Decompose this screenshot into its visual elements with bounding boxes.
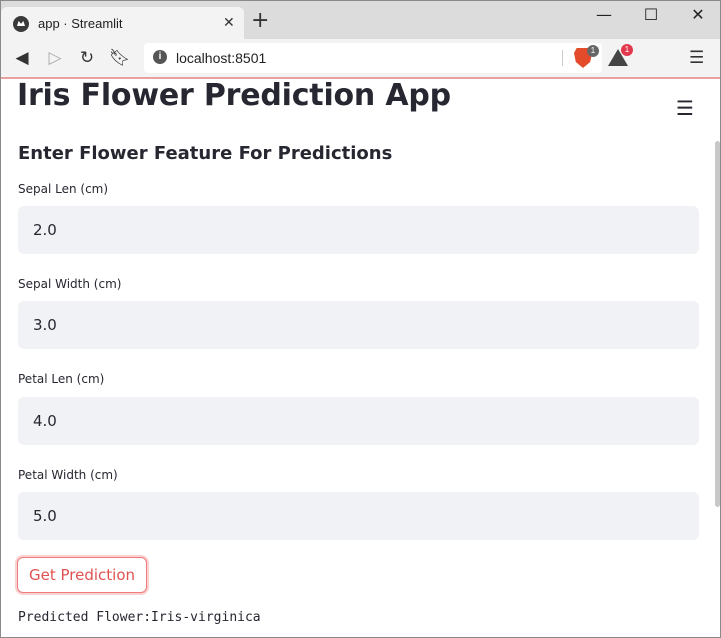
brave-shield-badge: 1 (587, 45, 599, 57)
new-tab-button[interactable]: + (251, 10, 269, 32)
petal-len-label: Petal Len (cm) (18, 372, 105, 386)
streamlit-page: Iris Flower Prediction App ☰ Enter Flowe… (1, 79, 720, 637)
prediction-result: Predicted Flower:Iris-virginica (18, 610, 261, 625)
petal-len-input[interactable] (18, 397, 699, 445)
url-divider (562, 50, 563, 66)
site-info-icon[interactable]: i (153, 50, 167, 64)
tab-close-icon[interactable]: ✕ (223, 14, 235, 30)
brave-rewards-badge: 1 (621, 44, 633, 56)
browser-toolbar: ◀ ▷ ↻ 🔖︎ i localhost:8501 1 1 ☰ (1, 39, 720, 79)
sepal-width-input[interactable] (18, 301, 699, 349)
reload-icon[interactable]: ↻ (77, 48, 97, 68)
bookmark-icon[interactable]: 🔖︎ (109, 48, 131, 68)
browser-tab[interactable]: app · Streamlit ✕ (1, 7, 244, 39)
tab-title: app · Streamlit (38, 16, 123, 31)
hamburger-menu-icon[interactable]: ☰ (676, 96, 694, 120)
forward-icon[interactable]: ▷ (45, 48, 65, 68)
maximize-button[interactable]: ☐ (628, 5, 674, 24)
address-bar[interactable]: i localhost:8501 1 1 (144, 43, 633, 73)
petal-width-label: Petal Width (cm) (18, 468, 118, 482)
url-text[interactable]: localhost:8501 (176, 50, 266, 66)
close-window-button[interactable]: ✕ (675, 5, 720, 24)
page-scrollbar[interactable] (715, 141, 720, 507)
browser-menu-icon[interactable]: ☰ (689, 48, 704, 68)
sepal-width-label: Sepal Width (cm) (18, 277, 122, 291)
back-icon[interactable]: ◀ (12, 48, 32, 68)
get-prediction-button[interactable]: Get Prediction (17, 557, 147, 593)
sepal-len-input[interactable] (18, 206, 699, 254)
browser-window: app · Streamlit ✕ + — ☐ ✕ ◀ ▷ ↻ 🔖︎ i loc… (0, 0, 721, 638)
streamlit-favicon-icon (13, 16, 29, 32)
section-subheader: Enter Flower Feature For Predictions (18, 143, 393, 164)
sepal-len-label: Sepal Len (cm) (18, 182, 109, 196)
petal-width-input[interactable] (18, 492, 699, 540)
title-bar: app · Streamlit ✕ + — ☐ ✕ (1, 1, 720, 39)
page-title: Iris Flower Prediction App (17, 79, 451, 113)
minimize-button[interactable]: — (581, 5, 627, 24)
